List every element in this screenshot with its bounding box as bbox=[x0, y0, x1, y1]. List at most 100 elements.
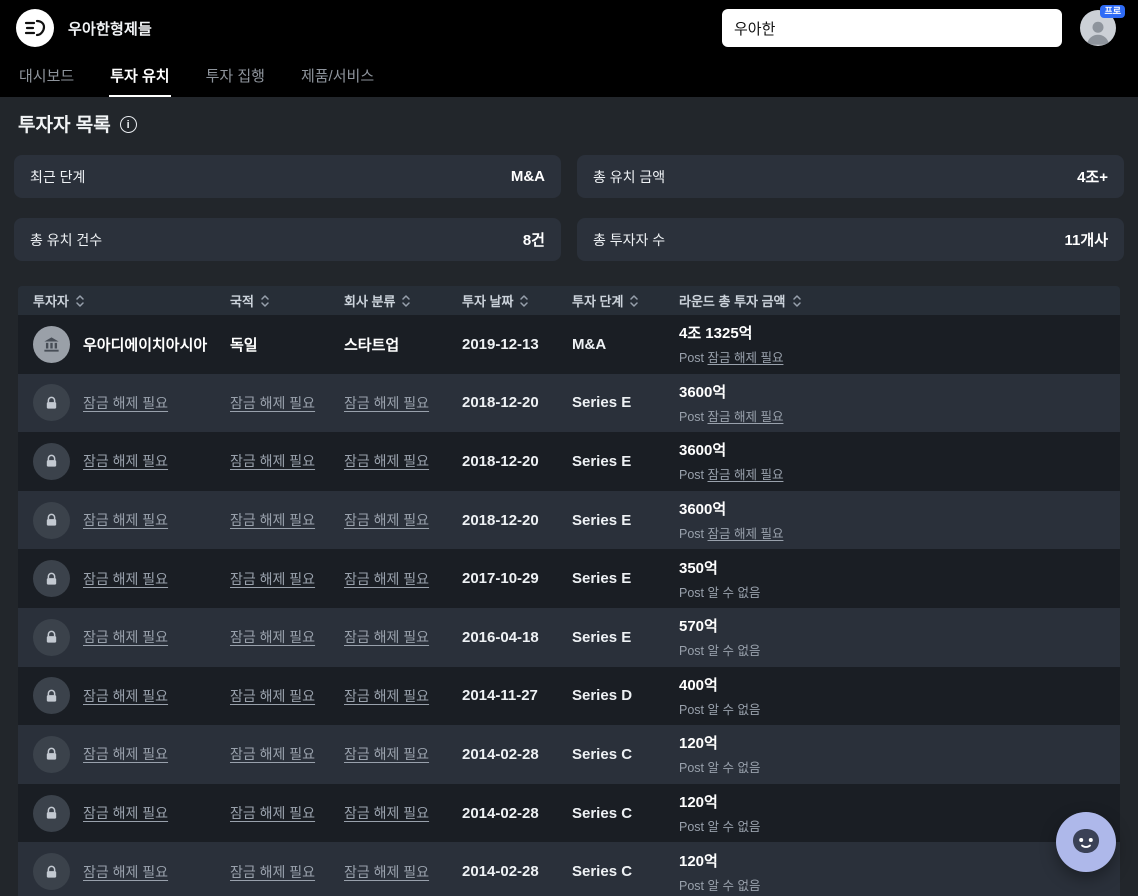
post-prefix: Post bbox=[679, 468, 708, 483]
stat-value: M&A bbox=[510, 168, 545, 185]
category-cell: 잠금 해제 필요 bbox=[344, 803, 462, 823]
chat-widget-button[interactable] bbox=[1056, 812, 1116, 872]
company-building-icon bbox=[44, 337, 59, 352]
nationality-cell: 잠금 해제 필요 bbox=[230, 451, 344, 471]
post-valuation: Post 잠금 해제 필요 bbox=[679, 464, 1120, 483]
post-valuation: Post 알 수 없음 bbox=[679, 582, 1120, 601]
unlock-link[interactable]: 잠금 해제 필요 bbox=[344, 864, 429, 880]
unlock-link[interactable]: 잠금 해제 필요 bbox=[230, 571, 315, 587]
unlock-link[interactable]: 잠금 해제 필요 bbox=[83, 395, 168, 411]
stat-card-total-raised: 총 유치 금액 4조+ bbox=[577, 155, 1124, 198]
post-unknown-value: 알 수 없음 bbox=[707, 702, 761, 717]
unlock-link[interactable]: 잠금 해제 필요 bbox=[708, 410, 784, 424]
unlock-link[interactable]: 잠금 해제 필요 bbox=[230, 746, 315, 762]
invest-stage: Series E bbox=[572, 511, 632, 529]
investors-table: 투자자 국적 회사 분류 투자 날짜 투자 단계 라운드 총 투자 금액 우아디… bbox=[18, 286, 1120, 896]
unlock-link[interactable]: 잠금 해제 필요 bbox=[708, 468, 784, 482]
unlock-link[interactable]: 잠금 해제 필요 bbox=[344, 512, 429, 528]
post-prefix: Post bbox=[679, 644, 708, 659]
invest-date: 2016-04-18 bbox=[462, 628, 539, 646]
stat-card-latest-stage: 최근 단계 M&A bbox=[14, 155, 561, 198]
unlock-link[interactable]: 잠금 해제 필요 bbox=[83, 805, 168, 821]
locked-avatar bbox=[33, 442, 70, 480]
unlock-link[interactable]: 잠금 해제 필요 bbox=[230, 395, 315, 411]
tab-products-services[interactable]: 제품/서비스 bbox=[300, 56, 375, 97]
company-avatar bbox=[33, 325, 70, 363]
post-prefix: Post bbox=[679, 585, 708, 600]
table-row: 잠금 해제 필요 잠금 해제 필요 잠금 해제 필요 2014-02-28 Se… bbox=[18, 783, 1120, 843]
unlock-link[interactable]: 잠금 해제 필요 bbox=[230, 864, 315, 880]
unlock-link[interactable]: 잠금 해제 필요 bbox=[230, 629, 315, 645]
unlock-link[interactable]: 잠금 해제 필요 bbox=[708, 351, 784, 365]
invest-stage: Series C bbox=[572, 745, 633, 763]
amount-cell: 120억 Post 알 수 없음 bbox=[679, 791, 1120, 835]
amount-cell: 120억 Post 알 수 없음 bbox=[679, 732, 1120, 776]
unlock-link[interactable]: 잠금 해제 필요 bbox=[344, 688, 429, 704]
category-value: 스타트업 bbox=[344, 336, 400, 354]
person-icon bbox=[1086, 21, 1110, 45]
tab-dashboard[interactable]: 대시보드 bbox=[18, 56, 75, 97]
post-valuation: Post 알 수 없음 bbox=[679, 640, 1120, 659]
locked-avatar bbox=[33, 618, 70, 656]
unlock-link[interactable]: 잠금 해제 필요 bbox=[344, 571, 429, 587]
nationality-cell: 잠금 해제 필요 bbox=[230, 744, 344, 764]
column-header-category[interactable]: 회사 분류 bbox=[344, 291, 462, 310]
nationality-cell: 잠금 해제 필요 bbox=[230, 510, 344, 530]
round-total-amount: 120억 bbox=[679, 735, 718, 753]
unlock-link[interactable]: 잠금 해제 필요 bbox=[83, 864, 168, 880]
round-total-amount: 3600억 bbox=[679, 501, 727, 519]
unlock-link[interactable]: 잠금 해제 필요 bbox=[230, 512, 315, 528]
column-header-stage[interactable]: 투자 단계 bbox=[572, 291, 679, 310]
invest-stage: Series E bbox=[572, 628, 632, 646]
investor-cell: 잠금 해제 필요 bbox=[33, 560, 230, 598]
unlock-link[interactable]: 잠금 해제 필요 bbox=[230, 805, 315, 821]
pro-badge: 프로 bbox=[1100, 5, 1125, 18]
post-valuation: Post 잠금 해제 필요 bbox=[679, 406, 1120, 425]
round-total-amount: 570억 bbox=[679, 618, 718, 636]
amount-cell: 4조 1325억 Post 잠금 해제 필요 bbox=[679, 322, 1120, 366]
tab-investment-execution[interactable]: 투자 집행 bbox=[205, 56, 266, 97]
unlock-link[interactable]: 잠금 해제 필요 bbox=[230, 453, 315, 469]
unlock-link[interactable]: 잠금 해제 필요 bbox=[344, 453, 429, 469]
search-box bbox=[722, 9, 1062, 47]
unlock-link[interactable]: 잠금 해제 필요 bbox=[83, 629, 168, 645]
search-input[interactable] bbox=[722, 9, 1062, 47]
investor-cell: 우아디에이치아시아 bbox=[33, 325, 230, 363]
lock-icon bbox=[46, 455, 57, 468]
unlock-link[interactable]: 잠금 해제 필요 bbox=[83, 571, 168, 587]
locked-avatar bbox=[33, 384, 70, 422]
investor-name: 우아디에이치아시아 bbox=[83, 336, 208, 354]
column-header-round-amount[interactable]: 라운드 총 투자 금액 bbox=[679, 291, 1120, 310]
column-header-date[interactable]: 투자 날짜 bbox=[462, 291, 572, 310]
unlock-link[interactable]: 잠금 해제 필요 bbox=[344, 395, 429, 411]
nationality-value: 독일 bbox=[230, 336, 258, 354]
table-row: 잠금 해제 필요 잠금 해제 필요 잠금 해제 필요 2017-10-29 Se… bbox=[18, 549, 1120, 608]
info-icon[interactable] bbox=[119, 116, 137, 133]
unlock-link[interactable]: 잠금 해제 필요 bbox=[344, 805, 429, 821]
invest-date: 2014-02-28 bbox=[462, 863, 539, 881]
lock-icon bbox=[46, 572, 57, 585]
profile-menu[interactable]: 프로 bbox=[1080, 5, 1125, 46]
round-total-amount: 3600억 bbox=[679, 383, 727, 401]
amount-cell: 400억 Post 알 수 없음 bbox=[679, 674, 1120, 718]
column-header-investor[interactable]: 투자자 bbox=[33, 291, 230, 310]
unlock-link[interactable]: 잠금 해제 필요 bbox=[83, 512, 168, 528]
unlock-link[interactable]: 잠금 해제 필요 bbox=[708, 527, 784, 541]
app-logo[interactable] bbox=[16, 9, 54, 47]
app-title: 우아한형제들 bbox=[68, 20, 153, 38]
tab-investment-attraction[interactable]: 투자 유치 bbox=[109, 56, 171, 97]
table-row: 잠금 해제 필요 잠금 해제 필요 잠금 해제 필요 2018-12-20 Se… bbox=[18, 490, 1120, 550]
post-prefix: Post bbox=[679, 878, 708, 893]
column-header-nationality[interactable]: 국적 bbox=[230, 291, 344, 310]
stat-card-total-rounds: 총 유치 건수 8건 bbox=[14, 218, 561, 261]
unlock-link[interactable]: 잠금 해제 필요 bbox=[83, 746, 168, 762]
stat-label: 최근 단계 bbox=[30, 168, 86, 185]
unlock-link[interactable]: 잠금 해제 필요 bbox=[230, 688, 315, 704]
stat-value: 11개사 bbox=[1064, 232, 1108, 249]
unlock-link[interactable]: 잠금 해제 필요 bbox=[344, 629, 429, 645]
unlock-link[interactable]: 잠금 해제 필요 bbox=[83, 688, 168, 704]
unlock-link[interactable]: 잠금 해제 필요 bbox=[344, 746, 429, 762]
locked-avatar bbox=[33, 794, 70, 832]
invest-date: 2018-12-20 bbox=[462, 452, 539, 470]
unlock-link[interactable]: 잠금 해제 필요 bbox=[83, 453, 168, 469]
